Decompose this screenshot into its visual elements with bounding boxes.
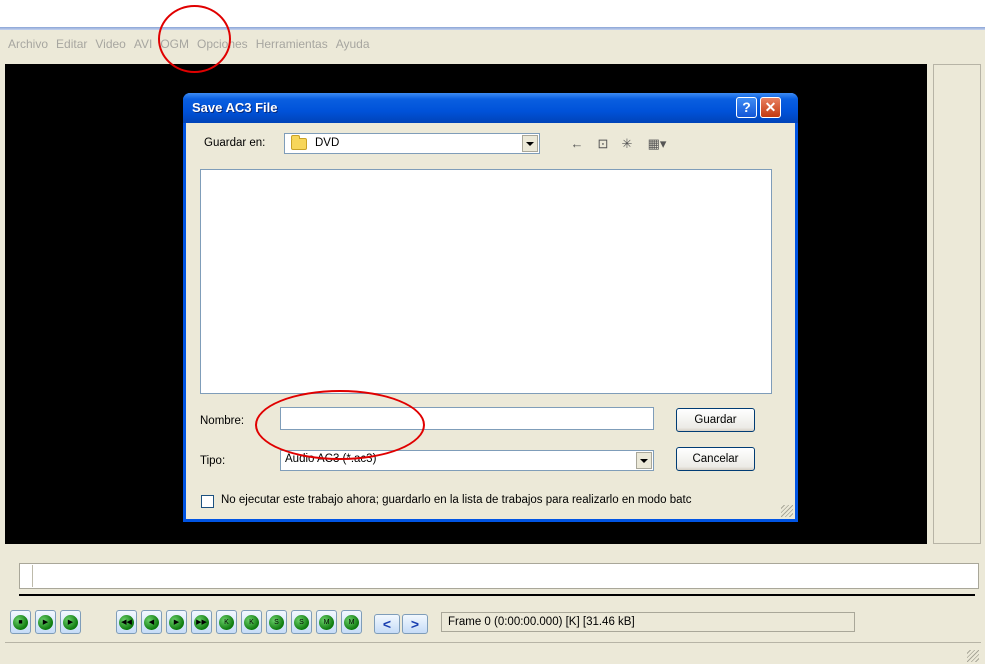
go-start-button[interactable]: ◀◀: [116, 610, 137, 634]
prev-scene-button[interactable]: S: [266, 610, 287, 634]
annotation-circle-name-field: [255, 390, 425, 460]
save-button[interactable]: Guardar: [676, 408, 755, 432]
play-output-icon: ▶: [63, 614, 78, 630]
next-scene-icon: S: [294, 614, 309, 630]
folder-icon: [291, 135, 307, 150]
next-key-button[interactable]: K: [241, 610, 262, 634]
output-preview-panel: [933, 64, 981, 544]
next-frame-button[interactable]: ▶: [166, 610, 187, 634]
prev-key-icon: K: [219, 614, 234, 630]
next-key-icon: K: [244, 614, 259, 630]
resize-grip-icon[interactable]: [967, 650, 979, 662]
annotation-circle-avi-menu: [158, 5, 231, 73]
menu-editar[interactable]: Editar: [56, 37, 87, 51]
play-button[interactable]: ▶: [35, 610, 56, 634]
cancel-button[interactable]: Cancelar: [676, 447, 755, 471]
prev-marker-button[interactable]: M: [316, 610, 337, 634]
close-button[interactable]: ✕: [760, 97, 781, 118]
status-bar: [5, 642, 981, 664]
prev-scene-icon: S: [269, 614, 284, 630]
next-marker-button[interactable]: M: [341, 610, 362, 634]
frame-status: Frame 0 (0:00:00.000) [K] [31.46 kB]: [441, 612, 855, 632]
menu-ayuda[interactable]: Ayuda: [336, 37, 370, 51]
dialog-title-bar[interactable]: Save AC3 File ? ✕: [183, 93, 798, 123]
next-frame-icon: ▶: [169, 614, 184, 630]
menu-archivo[interactable]: Archivo: [8, 37, 48, 51]
go-end-icon: ▶▶: [194, 614, 209, 630]
marker-next-icon: M: [344, 614, 359, 630]
up-folder-icon[interactable]: ⊡: [594, 136, 612, 152]
play-output-button[interactable]: ▶: [60, 610, 81, 634]
save-dialog: Save AC3 File ? ✕ Guardar en: DVD ← ⊡ ✳ …: [183, 93, 798, 522]
seek-handle[interactable]: [21, 565, 33, 587]
menu-herramientas[interactable]: Herramientas: [256, 37, 328, 51]
next-scene-button[interactable]: S: [291, 610, 312, 634]
menu-bar: Archivo Editar Video AVI OGM Opciones He…: [0, 30, 985, 58]
go-end-button[interactable]: ▶▶: [191, 610, 212, 634]
stop-icon: ■: [13, 614, 28, 630]
save-in-combo[interactable]: DVD: [284, 133, 540, 154]
prev-frame-button[interactable]: ◀: [141, 610, 162, 634]
prev-frame-icon: ◀: [144, 614, 159, 630]
go-start-icon: ◀◀: [119, 614, 134, 630]
mark-out-button[interactable]: >: [402, 614, 428, 634]
dialog-resize-grip-icon[interactable]: [781, 505, 793, 517]
batch-checkbox-label[interactable]: No ejecutar este trabajo ahora; guardarl…: [221, 494, 692, 506]
save-in-value: DVD: [315, 137, 340, 149]
view-menu-icon[interactable]: ▦▾: [644, 136, 670, 152]
menu-avi[interactable]: AVI: [134, 37, 152, 51]
type-chevron-down-icon[interactable]: [636, 452, 652, 469]
prev-key-button[interactable]: K: [216, 610, 237, 634]
save-in-label: Guardar en:: [204, 137, 266, 149]
help-button[interactable]: ?: [736, 97, 757, 118]
chevron-down-icon[interactable]: [522, 135, 538, 152]
file-list[interactable]: [200, 169, 772, 394]
stop-button[interactable]: ■: [10, 610, 31, 634]
batch-checkbox[interactable]: [201, 495, 214, 508]
marker-icon: M: [319, 614, 334, 630]
seek-bar[interactable]: [19, 563, 979, 589]
new-folder-icon[interactable]: ✳: [618, 136, 636, 152]
type-label: Tipo:: [200, 455, 226, 467]
seek-track-line: [19, 594, 975, 596]
menu-video[interactable]: Video: [95, 37, 125, 51]
mark-in-button[interactable]: <: [374, 614, 400, 634]
back-arrow-icon[interactable]: ←: [568, 136, 586, 152]
play-icon: ▶: [38, 614, 53, 630]
dialog-title: Save AC3 File: [192, 100, 278, 115]
window-top-area: [0, 0, 985, 28]
name-label: Nombre:: [200, 415, 245, 427]
